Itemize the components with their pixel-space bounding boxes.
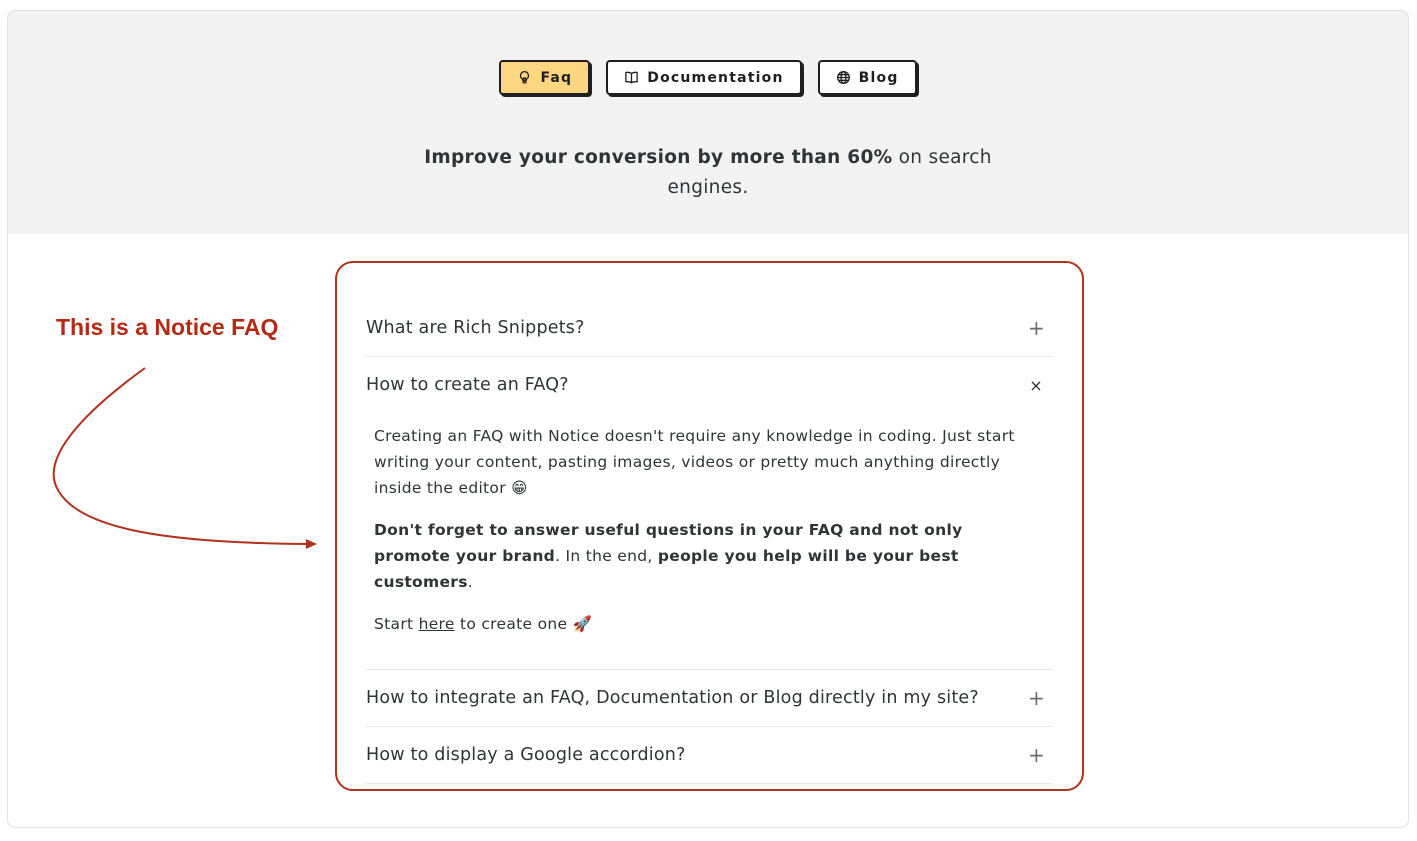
book-icon: [624, 70, 639, 85]
faq-question[interactable]: How to integrate an FAQ, Documentation o…: [366, 670, 1052, 726]
tagline-bold: Improve your conversion by more than 60%: [424, 147, 893, 168]
faq-container: What are Rich Snippets? + How to create …: [335, 261, 1084, 791]
tab-documentation[interactable]: Documentation: [606, 60, 802, 95]
tab-documentation-label: Documentation: [647, 69, 784, 86]
faq-question-text: How to create an FAQ?: [366, 375, 569, 395]
tab-blog[interactable]: Blog: [817, 60, 917, 95]
lightbulb-icon: [517, 70, 532, 85]
expand-icon[interactable]: +: [1028, 743, 1045, 767]
faq-item: How to integrate an FAQ, Documentation o…: [366, 670, 1052, 727]
faq-item: What are Rich Snippets? +: [366, 300, 1052, 357]
faq-question-text: What are Rich Snippets?: [366, 318, 585, 338]
faq-item-open: How to create an FAQ? × Creating an FAQ …: [366, 357, 1052, 670]
hero-tagline: Improve your conversion by more than 60%…: [8, 143, 1408, 203]
close-icon[interactable]: ×: [1028, 376, 1044, 395]
faq-list: What are Rich Snippets? + How to create …: [366, 300, 1052, 784]
faq-answer: Creating an FAQ with Notice doesn't requ…: [366, 413, 1052, 669]
hero-section: Faq Documentation Blog Improve your conv…: [8, 11, 1408, 234]
annotation-label: This is a Notice FAQ: [56, 314, 279, 340]
faq-question[interactable]: How to create an FAQ? ×: [366, 357, 1052, 413]
answer-paragraph-1: Creating an FAQ with Notice doesn't requ…: [374, 427, 1015, 497]
answer-text-end: .: [467, 573, 473, 591]
answer-end-text: to create one 🚀: [454, 615, 593, 633]
expand-icon[interactable]: +: [1028, 316, 1045, 340]
faq-question[interactable]: What are Rich Snippets? +: [366, 300, 1052, 356]
expand-icon[interactable]: +: [1028, 686, 1045, 710]
tab-faq-label: Faq: [540, 69, 573, 86]
tab-blog-label: Blog: [858, 69, 899, 86]
faq-question-text: How to integrate an FAQ, Documentation o…: [366, 688, 979, 708]
annotation-arrow-icon: [52, 367, 317, 549]
faq-item: How to display a Google accordion? +: [366, 727, 1052, 784]
answer-start-text: Start: [374, 615, 419, 633]
tab-faq[interactable]: Faq: [499, 60, 591, 95]
faq-question[interactable]: How to display a Google accordion? +: [366, 727, 1052, 783]
here-link[interactable]: here: [419, 615, 455, 633]
answer-paragraph-2: Don't forget to answer useful questions …: [374, 517, 1044, 595]
answer-text-mid: . In the end,: [555, 547, 658, 565]
answer-paragraph-3: Start here to create one 🚀: [374, 611, 1044, 637]
faq-question-text: How to display a Google accordion?: [366, 745, 686, 765]
globe-icon: [836, 70, 851, 85]
tab-bar: Faq Documentation Blog: [8, 60, 1408, 95]
